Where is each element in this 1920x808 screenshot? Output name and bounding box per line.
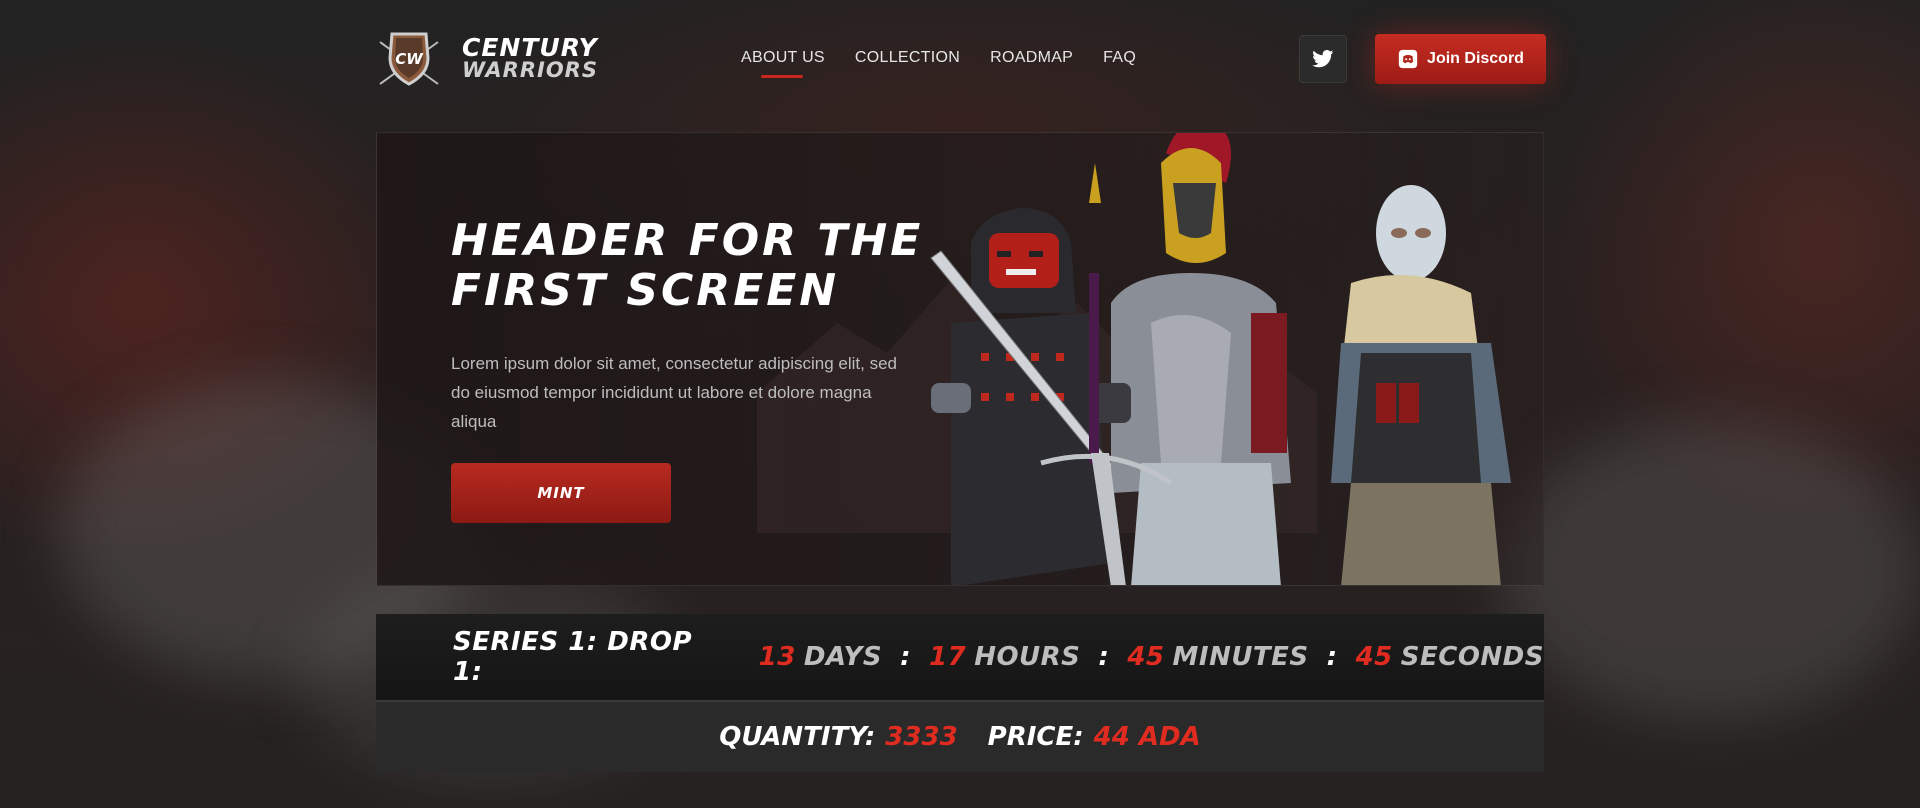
brand-logo[interactable]: CW CENTURY WARRIORS [376,28,598,90]
brand-name: CENTURY WARRIORS [462,33,598,82]
countdown-days-unit: DAYS [803,642,883,672]
stats-bar: QUANTITY: 3333 PRICE: 44 ADA [376,702,1544,772]
site-header: CW CENTURY WARRIORS ABOUT US COLLECTION … [376,26,1546,92]
nav-item-collection[interactable]: COLLECTION [855,49,960,67]
hero-title-line1: HEADER FOR THE [451,215,924,266]
countdown-hours: 17 [929,642,967,672]
nav-item-roadmap[interactable]: ROADMAP [990,49,1073,67]
quantity-label: QUANTITY: [719,722,876,752]
countdown-seconds-unit: SECONDS [1400,642,1544,672]
hero-description: Lorem ipsum dolor sit amet, consectetur … [451,354,897,431]
hero-title-line2: FIRST SCREEN [451,265,840,316]
join-discord-label: Join Discord [1427,50,1524,67]
twitter-button[interactable] [1299,35,1347,83]
warriors-illustration [930,133,1511,585]
svg-text:CW: CW [395,50,424,68]
brand-name-line1: CENTURY [462,33,598,62]
mint-button[interactable]: MINT [451,463,671,523]
countdown-separator: : [900,642,911,672]
countdown-bar: SERIES 1: DROP 1: 13 DAYS : 17 HOURS : 4… [376,614,1544,702]
join-discord-button[interactable]: Join Discord [1375,34,1546,84]
soldier-figure [1331,185,1511,585]
main-nav: ABOUT US COLLECTION ROADMAP FAQ [741,49,1136,78]
price-label: PRICE: [987,722,1084,752]
countdown-label: SERIES 1: DROP 1: [453,627,693,687]
countdown-hours-unit: HOURS [974,642,1081,672]
quantity-value: 3333 [885,722,958,752]
shield-icon: CW [376,28,442,90]
countdown-separator: : [1326,642,1338,672]
countdown-minutes-unit: MINUTES [1172,642,1309,672]
brand-name-line2: WARRIORS [462,58,598,82]
price-value: 44 ADA [1093,722,1201,752]
samurai-figure [931,208,1111,585]
countdown-seconds: 45 [1355,642,1393,672]
nav-item-faq[interactable]: FAQ [1103,49,1136,67]
smoke-right [1500,420,1920,720]
hero-card: HEADER FOR THE FIRST SCREEN Lorem ipsum … [376,132,1544,586]
countdown-days: 13 [758,642,796,672]
discord-icon [1398,49,1418,69]
nav-item-about-us[interactable]: ABOUT US [741,49,825,78]
countdown-separator: : [1098,642,1110,672]
twitter-icon [1312,50,1334,68]
countdown-minutes: 45 [1127,642,1165,672]
